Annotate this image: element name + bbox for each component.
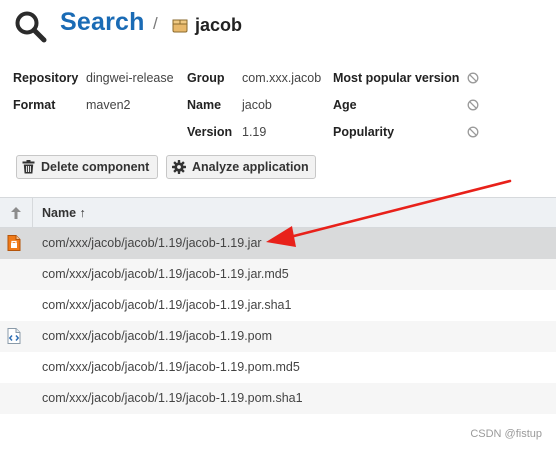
format-value: maven2 [86,98,131,112]
breadcrumb-component[interactable]: jacob [195,15,242,36]
jar-file-icon [7,235,21,251]
pom-file-icon [7,328,21,344]
table-row[interactable]: com/xxx/jacob/jacob/1.19/jacob-1.19.pom [0,321,556,352]
not-available-icon [467,99,479,111]
trash-icon [22,160,35,174]
group-value: com.xxx.jacob [242,71,322,85]
asset-path[interactable]: com/xxx/jacob/jacob/1.19/jacob-1.19.pom.… [42,391,303,405]
name-value: jacob [242,98,272,112]
sort-up-icon [11,207,21,219]
table-row[interactable]: com/xxx/jacob/jacob/1.19/jacob-1.19.jar.… [0,259,556,290]
table-row[interactable]: com/xxx/jacob/jacob/1.19/jacob-1.19.jar [0,228,556,259]
asset-path[interactable]: com/xxx/jacob/jacob/1.19/jacob-1.19.jar.… [42,267,289,281]
page-title: Search [60,8,145,36]
age-label: Age [333,98,357,112]
popularity-label: Popularity [333,125,395,139]
format-label: Format [13,98,56,112]
table-row[interactable]: com/xxx/jacob/jacob/1.19/jacob-1.19.jar.… [0,290,556,321]
not-available-icon [467,72,479,84]
delete-component-label: Delete component [41,160,150,174]
table-row[interactable]: com/xxx/jacob/jacob/1.19/jacob-1.19.pom.… [0,383,556,414]
table-header: Name ↑ [0,197,556,228]
repository-label: Repository [13,71,79,85]
version-value: 1.19 [242,125,267,139]
component-box-icon [172,19,188,33]
asset-path[interactable]: com/xxx/jacob/jacob/1.19/jacob-1.19.jar.… [42,298,291,312]
watermark: CSDN @fistup [470,428,542,440]
not-available-icon [467,126,479,138]
breadcrumb-separator: / [153,14,158,33]
most-popular-version-label: Most popular version [333,71,460,85]
component-details: Repository dingwei-release Format maven2… [0,60,556,150]
name-label: Name [187,98,222,112]
asset-path[interactable]: com/xxx/jacob/jacob/1.19/jacob-1.19.pom.… [42,360,300,374]
search-icon[interactable] [14,10,48,44]
repository-value: dingwei-release [86,71,174,85]
page-header: Search / jacob [0,0,556,52]
gear-icon [172,160,186,174]
version-label: Version [187,125,233,139]
analyze-application-label: Analyze application [192,160,309,174]
name-column-header[interactable]: Name ↑ [42,206,86,220]
table-row[interactable]: com/xxx/jacob/jacob/1.19/jacob-1.19.pom.… [0,352,556,383]
delete-component-button[interactable]: Delete component [16,155,158,179]
asset-path[interactable]: com/xxx/jacob/jacob/1.19/jacob-1.19.pom [42,329,272,343]
group-label: Group [187,71,225,85]
asset-path[interactable]: com/xxx/jacob/jacob/1.19/jacob-1.19.jar [42,236,262,250]
analyze-application-button[interactable]: Analyze application [166,155,316,179]
sort-column-header[interactable] [0,198,33,227]
